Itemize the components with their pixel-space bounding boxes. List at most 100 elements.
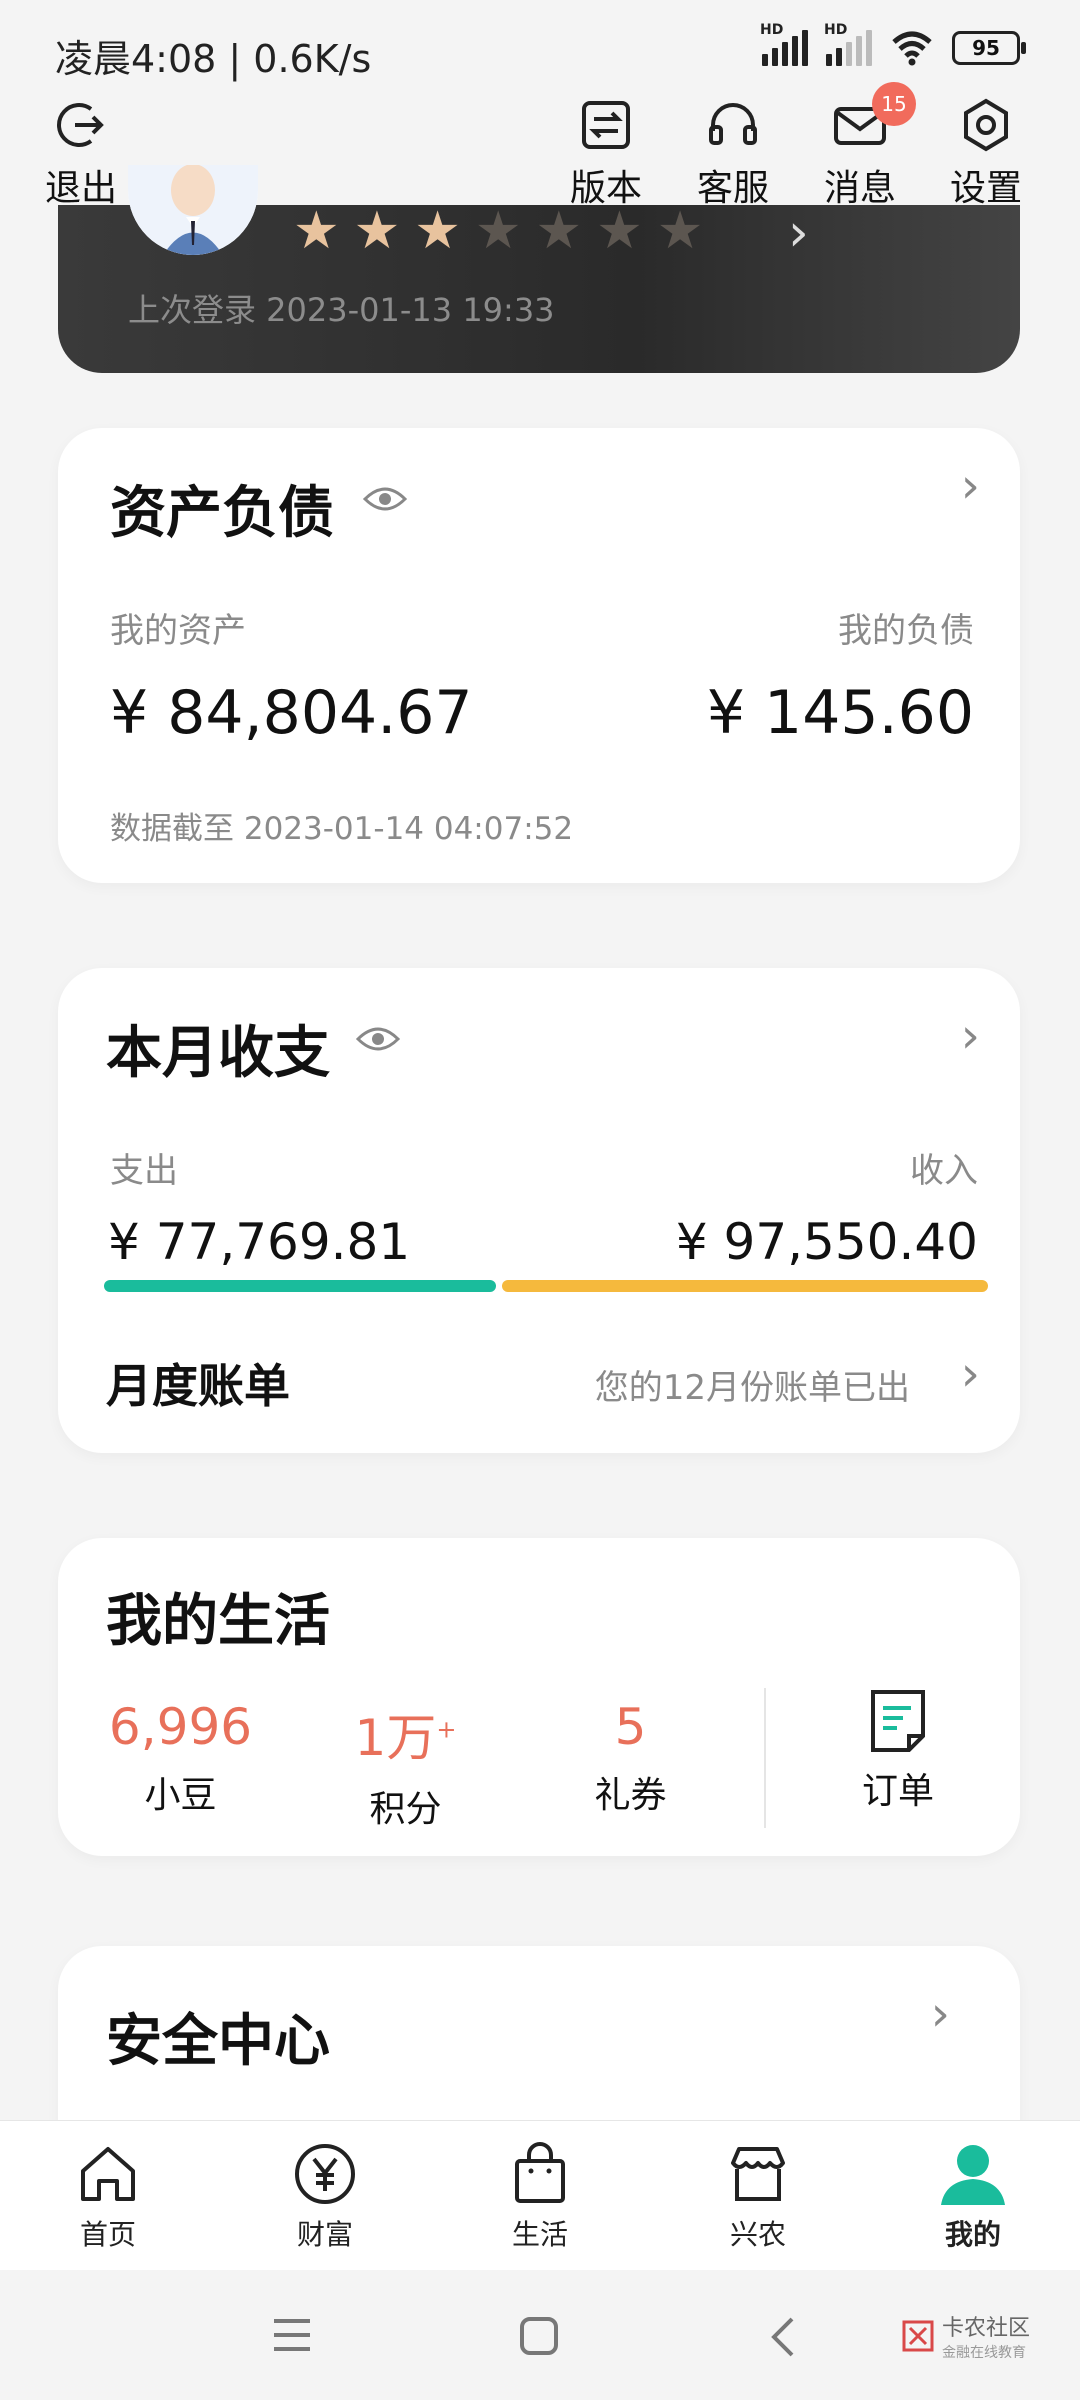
points-value: 1万 [354, 1709, 437, 1767]
home-icon [81, 2147, 135, 2201]
star-filled-icon: ★ [353, 201, 401, 261]
life-item-value: 5 [614, 1698, 647, 1756]
points-plus: + [436, 1715, 457, 1744]
settings-button[interactable]: 设置 [950, 95, 1022, 211]
life-item-coupons[interactable]: 5 礼券 [528, 1698, 733, 1818]
star-filled-icon: ★ [414, 201, 461, 261]
profile-card[interactable]: ★ ★ ★ ★ ★ ★ ★ › 上次登录 2023-01-13 19:33 [58, 165, 1020, 373]
my-liabilities-label: 我的负债 [838, 611, 974, 651]
bag-icon [515, 2142, 565, 2203]
monthly-bill-title[interactable]: 月度账单 [106, 1350, 290, 1416]
nav-home[interactable]: 首页 [28, 2141, 188, 2253]
nav-wealth[interactable]: 财富 [245, 2141, 405, 2253]
system-nav-bar: 卡农社区 金融在线教育 [0, 2270, 1080, 2400]
my-liabilities-value: ¥ 145.60 [706, 678, 974, 748]
life-item-beans[interactable]: 6,996 小豆 [78, 1698, 283, 1818]
gear-icon [964, 98, 1008, 152]
watermark-logo [902, 2320, 934, 2352]
life-item-label: 积分 [369, 1789, 442, 1830]
life-item-value: 1万+ [303, 1698, 508, 1770]
security-title: 安全中心 [106, 2009, 330, 2074]
life-item-points[interactable]: 1万+ 积分 [303, 1698, 508, 1832]
last-login: 上次登录 2023-01-13 19:33 [128, 291, 555, 329]
expense-income-bar [104, 1280, 988, 1292]
nav-mine[interactable]: 我的 [893, 2141, 1053, 2253]
messages-label: 消息 [824, 168, 897, 209]
logout-button[interactable]: 退出 [45, 95, 117, 211]
monthly-card[interactable]: 本月收支 › 支出 收入 ¥ 77,769.81 ¥ 97,550.40 月度账… [58, 968, 1020, 1453]
user-icon [941, 2145, 1005, 2205]
star-empty-icon: ★ [596, 201, 643, 261]
watermark-text: 卡农社区 金融在线教育 [942, 2310, 1030, 2362]
avatar[interactable] [128, 165, 258, 255]
bottom-nav: 首页 财富 生活 兴农 我的 [0, 2120, 1080, 2271]
battery-icon: 95 [952, 31, 1026, 65]
battery-level: 95 [972, 36, 1000, 60]
wifi-icon [892, 31, 932, 66]
star-filled-icon: ★ [293, 201, 340, 261]
store-icon [731, 2147, 785, 2201]
watermark-tagline: 金融在线教育 [942, 2345, 1026, 2361]
nav-life[interactable]: 生活 [460, 2141, 620, 2253]
life-item-label: 礼券 [594, 1775, 667, 1816]
expense-bar [104, 1280, 497, 1292]
monthly-bill-note[interactable]: 您的12月份账单已出 [595, 1360, 910, 1409]
home-square-icon[interactable] [518, 2315, 560, 2357]
order-icon [871, 1690, 925, 1752]
life-card: 我的生活 6,996 小豆 1万+ 积分 5 礼券 订单 [58, 1538, 1020, 1856]
nav-label: 兴农 [729, 2218, 786, 2251]
nav-agriculture[interactable]: 兴农 [678, 2141, 838, 2253]
income-bar [502, 1280, 988, 1292]
settings-label: 设置 [950, 168, 1023, 209]
eye-icon[interactable] [363, 484, 407, 514]
star-empty-icon: ★ [535, 201, 583, 261]
chevron-right-icon[interactable]: › [961, 458, 980, 514]
eye-icon[interactable] [356, 1024, 400, 1054]
star-empty-icon: ★ [656, 201, 704, 261]
version-button[interactable]: 版本 [570, 95, 642, 211]
my-assets-value: ¥ 84,804.67 [110, 678, 473, 748]
status-icons: HD HD 95 [760, 22, 1026, 66]
hd-label: HD [824, 22, 848, 38]
income-value: ¥ 97,550.40 [675, 1213, 978, 1271]
hd-label: HD [760, 22, 784, 38]
headset-icon [709, 103, 757, 145]
chevron-right-icon[interactable]: › [788, 203, 809, 263]
assets-card[interactable]: 资产负债 › 我的资产 我的负债 ¥ 84,804.67 ¥ 145.60 数据… [58, 428, 1020, 883]
assets-title: 资产负债 [110, 481, 334, 546]
star-empty-icon: ★ [474, 201, 522, 261]
rating-stars: ★ ★ ★ ★ ★ ★ ★ [293, 205, 703, 257]
logout-icon [57, 103, 104, 147]
life-item-label: 小豆 [144, 1775, 217, 1816]
life-title: 我的生活 [106, 1589, 330, 1654]
back-icon[interactable] [768, 2315, 798, 2359]
status-time-speed: 凌晨4:08 | 0.6K/s [55, 37, 372, 81]
signal-icon: HD [824, 22, 872, 66]
expense-value: ¥ 77,769.81 [108, 1213, 411, 1271]
service-button[interactable]: 客服 [697, 95, 769, 211]
data-as-of: 数据截至 2023-01-14 04:07:52 [110, 811, 574, 847]
version-icon [582, 101, 630, 149]
nav-label: 生活 [511, 2218, 568, 2251]
orders-button[interactable]: 订单 [798, 1688, 998, 1814]
income-label: 收入 [910, 1151, 978, 1191]
monthly-title: 本月收支 [106, 1021, 330, 1086]
nav-label: 首页 [79, 2218, 136, 2251]
divider [764, 1688, 766, 1828]
nav-label: 财富 [296, 2218, 353, 2251]
expense-label: 支出 [110, 1151, 178, 1191]
logout-label: 退出 [45, 168, 118, 209]
chevron-right-icon[interactable]: › [961, 1346, 980, 1402]
orders-label: 订单 [861, 1771, 934, 1812]
my-assets-label: 我的资产 [110, 611, 246, 651]
chevron-right-icon[interactable]: › [961, 1008, 980, 1064]
signal-icon: HD [760, 22, 808, 66]
watermark-name: 卡农社区 [942, 2316, 1031, 2341]
avatar-image [128, 165, 258, 255]
chevron-right-icon[interactable]: › [931, 1986, 950, 2042]
messages-badge: 15 [872, 82, 916, 126]
life-item-value: 6,996 [108, 1698, 253, 1756]
nav-label: 我的 [944, 2218, 1001, 2251]
watermark: 卡农社区 金融在线教育 [900, 2310, 1030, 2362]
menu-icon[interactable] [270, 2315, 314, 2355]
